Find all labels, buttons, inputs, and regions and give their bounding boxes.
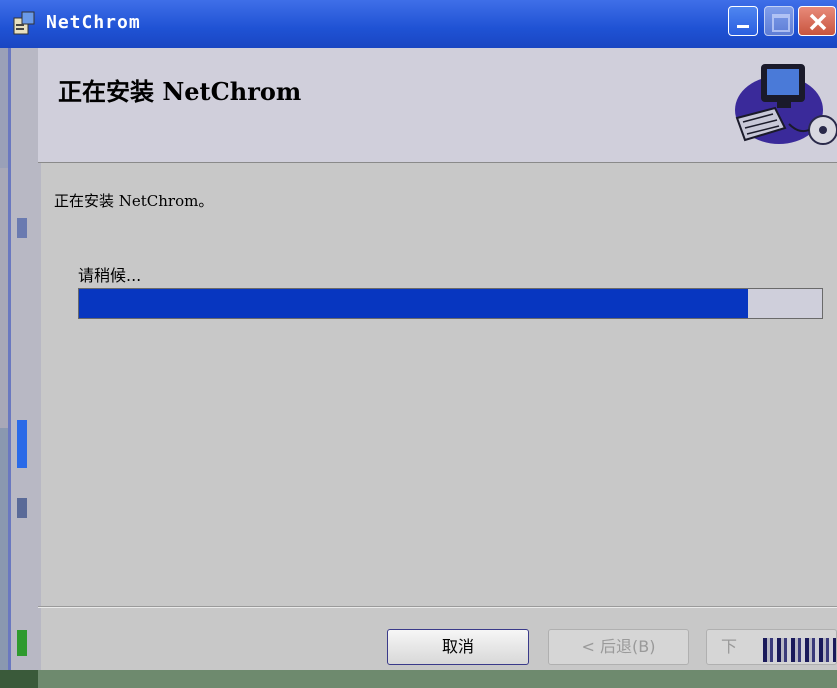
render-artifact xyxy=(763,638,836,662)
computer-disk-icon xyxy=(727,54,837,154)
progress-fill xyxy=(79,289,748,318)
install-description: 正在安装 NetChrom。 xyxy=(54,192,214,210)
frame-mark xyxy=(17,630,27,656)
frame-mark xyxy=(17,420,27,468)
dialog-header: 正在安装 NetChrom xyxy=(38,48,837,163)
window-title: NetChrom xyxy=(46,12,141,33)
taskbar-strip xyxy=(0,670,837,688)
page-title: 正在安装 NetChrom xyxy=(58,77,302,106)
taskbar-edge xyxy=(0,670,38,688)
title-bar[interactable]: NetChrom xyxy=(0,0,837,48)
frame-mark xyxy=(17,218,27,238)
footer-divider xyxy=(38,606,837,608)
next-button-label: 下 xyxy=(721,637,738,656)
maximize-button[interactable] xyxy=(764,6,794,36)
close-icon xyxy=(809,13,827,31)
minimize-button[interactable] xyxy=(728,6,758,36)
install-progress-bar xyxy=(78,288,823,319)
cancel-button[interactable]: 取消 xyxy=(387,629,529,665)
frame-mark xyxy=(17,498,27,518)
close-button[interactable] xyxy=(798,6,836,36)
back-button[interactable]: < 后退(B) xyxy=(548,629,689,665)
window-left-frame xyxy=(8,48,41,676)
status-text: 请稍候... xyxy=(78,266,142,285)
next-button[interactable]: 下 xyxy=(706,629,837,665)
installer-icon xyxy=(12,10,36,36)
